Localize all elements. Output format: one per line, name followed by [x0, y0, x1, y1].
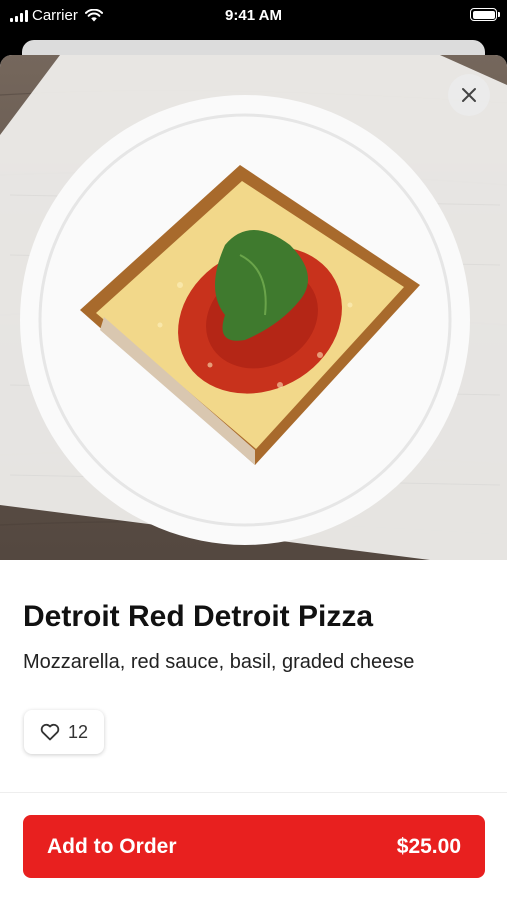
item-title: Detroit Red Detroit Pizza	[23, 600, 374, 633]
status-bar: Carrier 9:41 AM	[0, 0, 507, 32]
pizza-photo-illustration	[0, 55, 507, 560]
order-price: $25.00	[396, 834, 461, 858]
close-icon	[462, 88, 476, 102]
add-to-order-label: Add to Order	[47, 834, 177, 858]
status-time: 9:41 AM	[225, 7, 282, 24]
item-image	[0, 55, 507, 560]
heart-icon	[40, 723, 60, 741]
item-description: Mozzarella, red sauce, basil, graded che…	[23, 651, 415, 673]
battery-icon	[470, 8, 500, 21]
item-detail-sheet: Detroit Red Detroit Pizza Mozzarella, re…	[0, 55, 507, 900]
like-count: 12	[67, 721, 89, 742]
like-button[interactable]: 12	[24, 710, 104, 754]
add-to-order-button[interactable]: Add to Order $25.00	[23, 815, 485, 878]
order-footer: Add to Order $25.00	[0, 792, 507, 901]
close-button[interactable]	[448, 74, 490, 116]
